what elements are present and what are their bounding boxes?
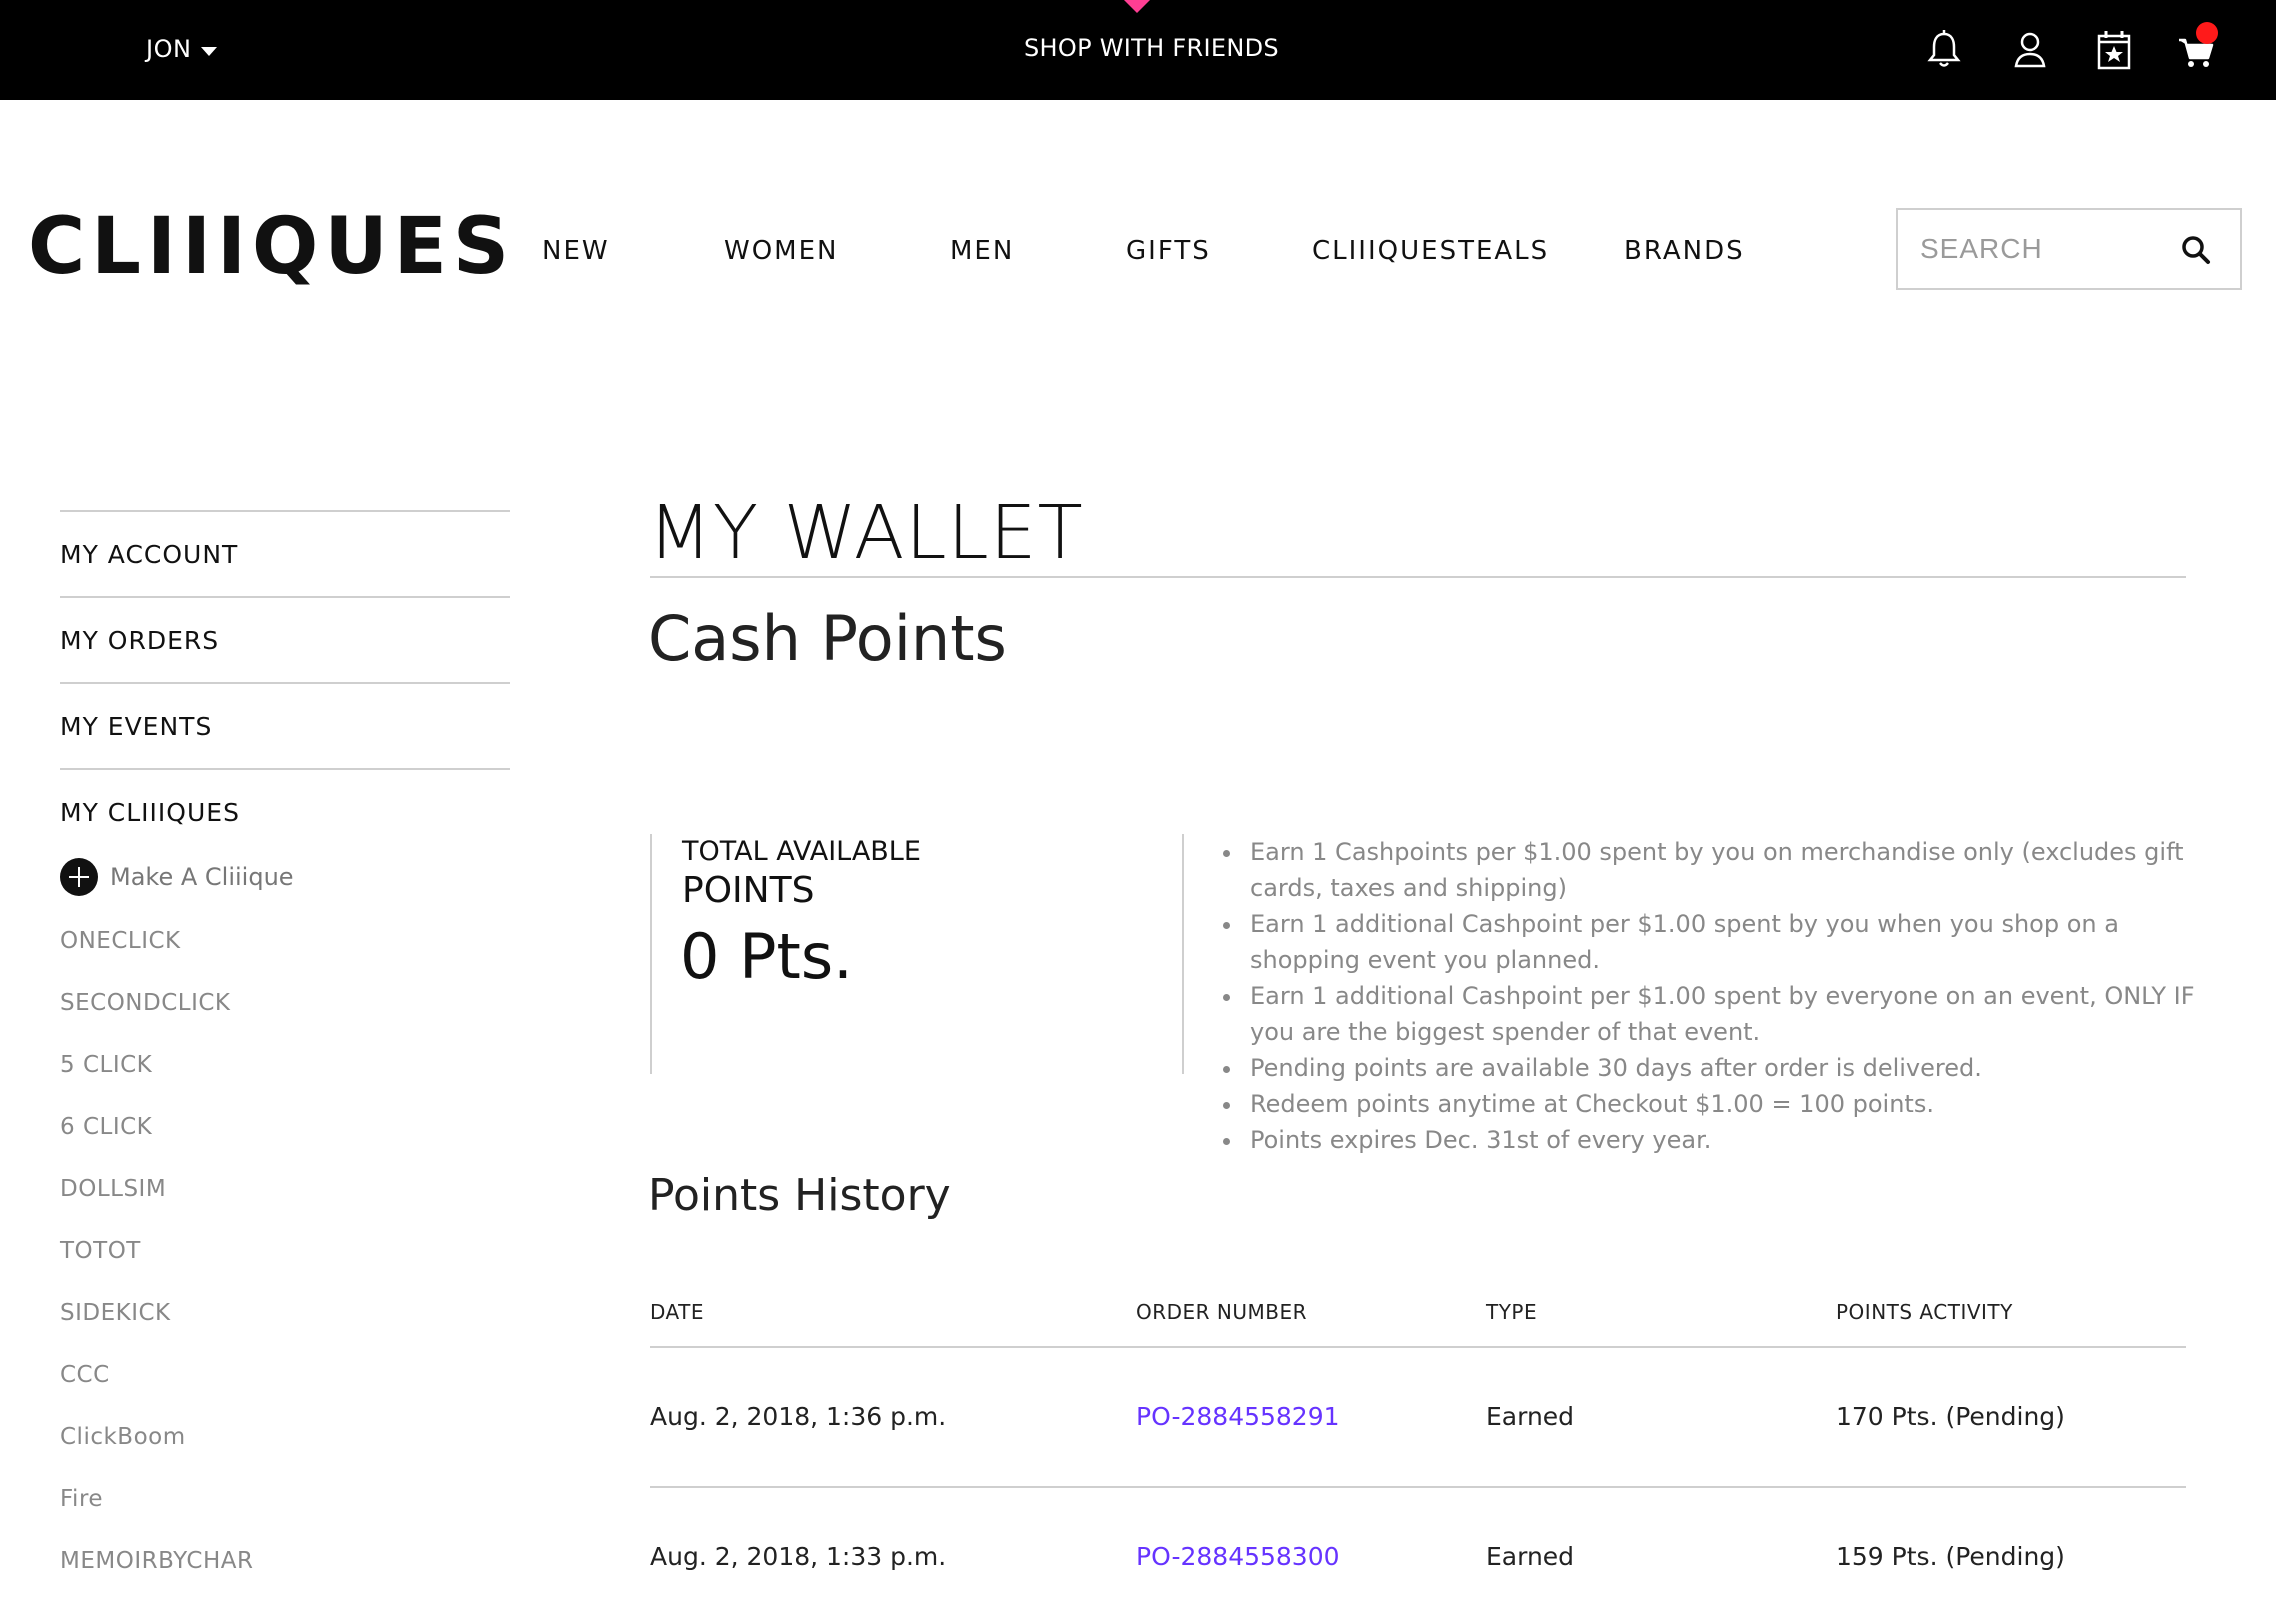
column-header-date: DATE [650,1300,705,1324]
user-icon[interactable] [2010,28,2050,72]
nav-cliiiquesteals[interactable]: CLIIIQUESTEALS [1312,236,1549,266]
sidebar-item-clickboom[interactable]: ClickBoom [60,1424,186,1450]
rule-item: Redeem points anytime at Checkout $1.00 … [1244,1086,2224,1122]
sidebar-item-6-click[interactable]: 6 CLICK [60,1114,152,1140]
sidebar-item-oneclick[interactable]: ONECLICK [60,928,181,954]
rule-item: Earn 1 Cashpoints per $1.00 spent by you… [1244,834,2224,906]
row-type: Earned [1486,1402,1575,1431]
total-points-value: 0 Pts. [680,920,853,993]
row-date: Aug. 2, 2018, 1:36 p.m. [650,1402,947,1431]
rules-divider [1182,834,1184,1074]
bell-icon[interactable] [1924,28,1964,72]
column-header-points-activity: POINTS ACTIVITY [1836,1300,2013,1324]
sidebar-my-events[interactable]: MY EVENTS [60,682,510,766]
points-rules-list: Earn 1 Cashpoints per $1.00 spent by you… [1210,834,2224,1158]
nav-men[interactable]: MEN [950,236,1014,266]
row-points: 170 Pts. (Pending) [1836,1402,2065,1431]
search-icon[interactable] [2178,232,2214,268]
sidebar-item-secondclick[interactable]: SECONDCLICK [60,990,231,1016]
rule-item: Points expires Dec. 31st of every year. [1244,1122,2224,1158]
logo[interactable]: CLIIIQUES [28,208,515,286]
chevron-down-icon [201,46,218,56]
row-date: Aug. 2, 2018, 1:33 p.m. [650,1542,947,1571]
cart-badge [2196,22,2218,44]
nav-brands[interactable]: BRANDS [1624,236,1745,266]
row-type: Earned [1486,1542,1575,1571]
sidebar-item-dollsim[interactable]: DOLLSIM [60,1176,166,1202]
nav-women[interactable]: WOMEN [724,236,838,266]
sidebar-item-fire[interactable]: Fire [60,1486,103,1512]
nav-gifts[interactable]: GIFTS [1126,236,1211,266]
row-divider [650,1486,2186,1488]
points-history-title: Points History [648,1170,951,1221]
sidebar-item-5-click[interactable]: 5 CLICK [60,1052,152,1078]
total-available-label: TOTAL AVAILABLE [682,836,921,867]
title-divider [650,576,2186,578]
order-number-link[interactable]: PO-2884558300 [1136,1542,1340,1571]
sidebar-my-cliiiques[interactable]: MY CLIIIQUES [60,768,510,852]
make-cliiique-label: Make A Cliiique [110,863,294,891]
calendar-star-icon[interactable] [2094,28,2134,72]
make-cliiique-button[interactable]: Make A Cliiique [60,858,294,896]
sidebar-my-account[interactable]: MY ACCOUNT [60,510,510,594]
rule-item: Earn 1 additional Cashpoint per $1.00 sp… [1244,906,2224,978]
top-bar: JON SHOP WITH FRIENDS [0,0,2276,100]
nav-new[interactable]: NEW [542,236,610,266]
rule-item: Earn 1 additional Cashpoint per $1.00 sp… [1244,978,2224,1050]
sidebar-item-ccc[interactable]: CCC [60,1362,110,1388]
search-box [1896,208,2242,290]
active-marker [1124,0,1150,13]
sidebar-item-totot[interactable]: TOTOT [60,1238,141,1264]
user-name: JON [146,35,192,63]
column-header-order-number: ORDER NUMBER [1136,1300,1308,1324]
order-number-link[interactable]: PO-2884558291 [1136,1402,1340,1431]
column-header-type: TYPE [1486,1300,1538,1324]
row-points: 159 Pts. (Pending) [1836,1542,2065,1571]
points-label: POINTS [682,870,815,911]
sidebar-my-orders[interactable]: MY ORDERS [60,596,510,680]
rule-item: Pending points are available 30 days aft… [1244,1050,2224,1086]
plus-icon [60,858,98,896]
table-header-divider [650,1346,2186,1348]
sidebar-item-sidekick[interactable]: SIDEKICK [60,1300,171,1326]
user-menu[interactable]: JON [146,35,218,63]
sidebar-item-memoirbychar[interactable]: MEMOIRBYCHAR [60,1548,253,1574]
page-title: MY WALLET [648,490,1084,576]
shop-with-friends-link[interactable]: SHOP WITH FRIENDS [1024,34,1279,62]
points-left-border [650,834,652,1074]
section-title: Cash Points [648,602,1007,675]
search-input[interactable] [1918,228,2172,270]
